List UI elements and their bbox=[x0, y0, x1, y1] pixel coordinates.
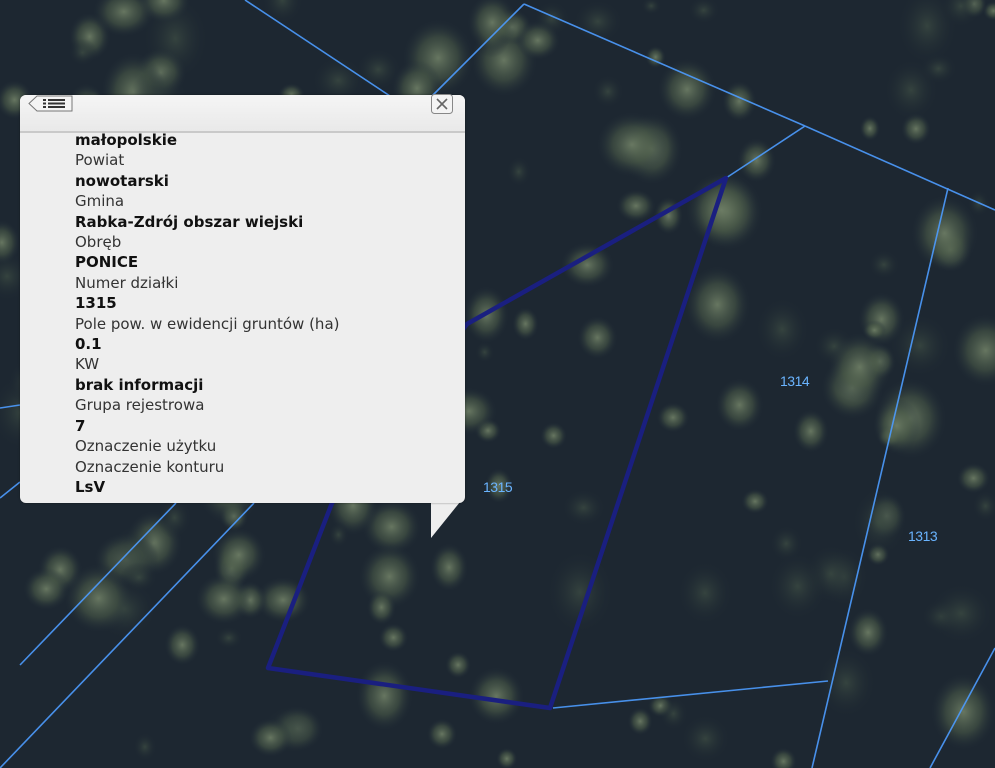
tree-crown bbox=[887, 312, 953, 379]
tree-crown bbox=[474, 341, 495, 364]
tree-crown bbox=[828, 333, 891, 401]
tree-crown bbox=[859, 116, 881, 141]
tree-crown bbox=[427, 718, 457, 750]
tree-crown bbox=[119, 562, 159, 593]
list-back-icon bbox=[28, 95, 73, 112]
attribute-label: Powiat bbox=[75, 151, 125, 170]
tree-crown bbox=[512, 307, 539, 341]
tree-crown bbox=[212, 528, 266, 582]
tree-crown bbox=[597, 112, 667, 177]
tree-crown bbox=[430, 543, 468, 592]
tree-crown bbox=[356, 661, 413, 731]
tree-crown bbox=[658, 696, 689, 732]
tree-crown bbox=[515, 21, 560, 60]
tree-crown bbox=[445, 651, 471, 679]
tree-crown bbox=[616, 189, 656, 222]
close-popup-button[interactable] bbox=[431, 94, 453, 114]
tree-crown bbox=[195, 573, 252, 625]
close-icon bbox=[431, 94, 453, 114]
tree-crown bbox=[867, 249, 901, 280]
back-to-list-button[interactable] bbox=[28, 95, 73, 112]
tree-crown bbox=[67, 38, 98, 67]
attribute-label: Oznaczenie użytku bbox=[75, 437, 217, 456]
tree-crown bbox=[675, 559, 735, 627]
tree-crown bbox=[882, 57, 940, 123]
tree-crown bbox=[679, 713, 732, 764]
tree-crown bbox=[560, 488, 607, 527]
attribute-value: 0.1 bbox=[75, 335, 102, 354]
tree-crown bbox=[911, 195, 978, 271]
attribute-value: PONICE bbox=[75, 253, 139, 272]
attribute-label: Gmina bbox=[75, 192, 125, 211]
tree-crown bbox=[540, 422, 567, 449]
tree-crown bbox=[685, 173, 758, 248]
tree-crown bbox=[722, 81, 757, 122]
tree-crown bbox=[793, 409, 829, 453]
tree-crown bbox=[214, 626, 244, 650]
attribute-value: 1315 bbox=[75, 294, 117, 313]
attribute-label: Obręb bbox=[75, 233, 122, 252]
plot-label-1313[interactable]: 1313 bbox=[908, 528, 938, 544]
tree-crown bbox=[506, 156, 532, 188]
attribute-value: 7 bbox=[75, 416, 86, 435]
tree-crown bbox=[627, 707, 653, 735]
attribute-value: nowotarski bbox=[75, 171, 169, 190]
tree-crown bbox=[656, 402, 690, 433]
plot-label-1315[interactable]: 1315 bbox=[483, 479, 513, 495]
attribute-label: Grupa rejestrowa bbox=[75, 396, 205, 415]
tree-crown bbox=[164, 624, 200, 666]
tree-crown bbox=[577, 316, 618, 359]
tree-crown bbox=[249, 718, 292, 757]
tree-crown bbox=[591, 74, 625, 109]
tree-crown bbox=[957, 463, 990, 494]
tree-crown bbox=[754, 295, 811, 363]
popup-pointer bbox=[431, 502, 460, 538]
tree-crown bbox=[815, 646, 878, 720]
tree-crown bbox=[850, 485, 909, 559]
attribute-label: Numer działki bbox=[75, 273, 179, 292]
attribute-label: KW bbox=[75, 355, 100, 374]
attribute-value: Rabka-Zdrój obszar wiejski bbox=[75, 212, 304, 231]
tree-crown bbox=[766, 551, 829, 622]
parcel-attributes: małopolskie Powiat nowotarski Gmina Rabka-Zd… bbox=[75, 131, 455, 497]
attribute-value: małopolskie bbox=[75, 131, 178, 149]
attribute-value: LsV bbox=[75, 477, 106, 496]
tree-crown bbox=[741, 489, 769, 514]
tree-crown bbox=[927, 582, 995, 645]
tree-crown bbox=[572, 0, 624, 44]
tree-crown bbox=[737, 138, 776, 183]
attribute-label: Oznaczenie konturu bbox=[75, 457, 225, 476]
tree-crown bbox=[658, 58, 717, 120]
parcel-info-popup: małopolskie Powiat nowotarski Gmina Rabka-Zd… bbox=[20, 94, 465, 503]
tree-crown bbox=[715, 378, 764, 432]
tree-crown bbox=[931, 673, 995, 750]
popup-header bbox=[20, 94, 465, 133]
attribute-label: Pole pow. w ewidencji gruntów (ha) bbox=[75, 314, 340, 333]
tree-crown bbox=[132, 732, 158, 762]
plot-label-1314[interactable]: 1314 bbox=[780, 373, 810, 389]
tree-crown bbox=[23, 567, 70, 610]
tree-crown bbox=[378, 623, 408, 652]
tree-crown bbox=[367, 590, 396, 625]
attribute-value: brak informacji bbox=[75, 375, 204, 394]
tree-crown bbox=[327, 521, 350, 548]
